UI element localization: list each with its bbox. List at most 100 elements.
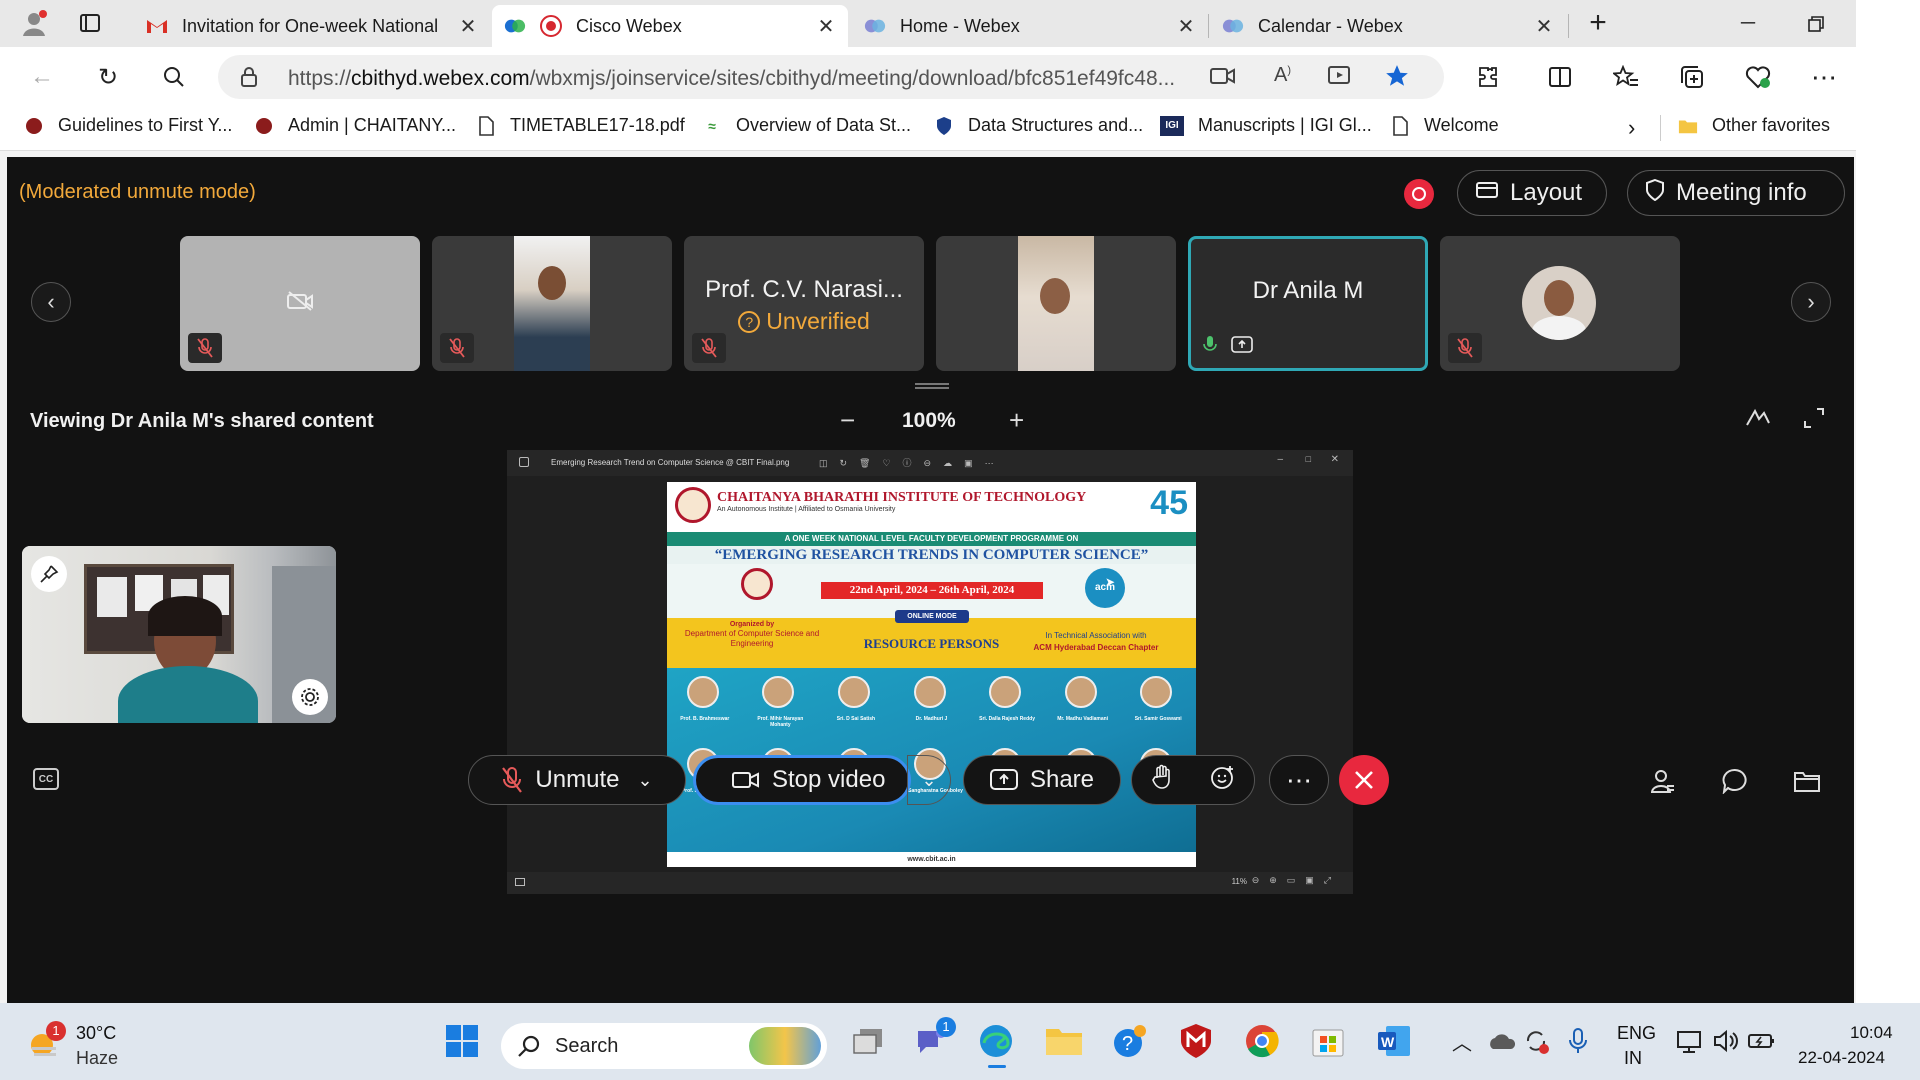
more-menu-icon[interactable]: ⋯ <box>1804 57 1844 97</box>
stop-video-button[interactable]: Stop video <box>693 755 911 805</box>
strip-next-icon[interactable]: › <box>1791 282 1831 322</box>
reaction-emoji-icon[interactable] <box>1210 764 1236 797</box>
microphone-icon[interactable] <box>1558 1021 1598 1061</box>
minimize-button[interactable]: ─ <box>1716 0 1780 47</box>
settings-gear-button[interactable] <box>292 679 328 715</box>
end-call-button[interactable] <box>1339 755 1389 805</box>
input-region[interactable]: IN <box>1624 1048 1642 1069</box>
tab-home-webex[interactable]: Home - Webex ✕ <box>852 5 1208 47</box>
strip-prev-icon[interactable]: ‹ <box>31 282 71 322</box>
pin-button[interactable] <box>31 556 67 592</box>
taskbar-search[interactable]: Search <box>501 1023 827 1069</box>
share-button[interactable]: Share <box>963 755 1121 805</box>
zoom-out-button[interactable]: − <box>840 405 855 436</box>
recording-indicator-icon[interactable] <box>1404 179 1434 209</box>
participants-icon[interactable] <box>1649 767 1677 795</box>
tab-invitation[interactable]: Invitation for One-week National ✕ <box>134 5 490 47</box>
file-explorer-icon[interactable] <box>1044 1021 1084 1061</box>
bookmark-item[interactable]: Welcome <box>1390 115 1499 136</box>
restore-button[interactable] <box>1784 0 1848 47</box>
close-tab-icon[interactable]: ✕ <box>1534 14 1554 39</box>
mcafee-icon[interactable] <box>1176 1021 1216 1061</box>
sync-icon[interactable] <box>1516 1021 1556 1061</box>
poster-header: CHAITANYA BHARATHI INSTITUTE OF TECHNOLO… <box>667 482 1196 532</box>
muted-mic-icon <box>502 767 523 793</box>
files-folder-icon[interactable] <box>1793 767 1821 795</box>
chevron-up-icon[interactable]: ︿ <box>1442 1021 1482 1061</box>
raise-hand-icon[interactable] <box>1151 764 1173 797</box>
fullscreen-icon[interactable] <box>1803 407 1825 436</box>
teams-icon[interactable]: 1 <box>912 1017 956 1061</box>
participant-tile[interactable] <box>432 236 672 371</box>
close-tab-icon[interactable]: ✕ <box>816 14 836 39</box>
favorites-icon[interactable] <box>1606 57 1646 97</box>
tab-cisco-webex[interactable]: Cisco Webex ✕ <box>492 5 848 47</box>
more-options-button[interactable]: ⋯ <box>1269 755 1329 805</box>
omnibox[interactable]: https://cbithyd.webex.com/wbxmjs/joinser… <box>218 55 1444 99</box>
clock-time[interactable]: 10:04 <box>1850 1023 1893 1043</box>
unmute-button[interactable]: Unmute ⌄ <box>468 755 686 805</box>
edge-browser-icon[interactable] <box>976 1021 1016 1068</box>
back-arrow-icon[interactable]: ← <box>22 57 62 97</box>
shared-zoom-level: 11% <box>1231 877 1247 886</box>
profile-icon[interactable] <box>14 3 54 43</box>
resize-grabber[interactable] <box>915 383 949 389</box>
tab-actions-icon[interactable] <box>70 3 110 43</box>
bookmarks-bar: Guidelines to First Y... Admin | CHAITAN… <box>0 105 1856 151</box>
help-icon[interactable]: ? <box>1110 1021 1150 1061</box>
tab-calendar-webex[interactable]: Calendar - Webex ✕ <box>1210 5 1566 47</box>
bookmark-item[interactable]: Admin | CHAITANY... <box>254 115 456 136</box>
participant-tile[interactable] <box>180 236 420 371</box>
windows-start-icon[interactable] <box>442 1021 482 1061</box>
search-icon[interactable] <box>154 57 194 97</box>
favorite-star-icon[interactable] <box>1384 63 1410 94</box>
close-tab-icon[interactable]: ✕ <box>458 14 478 39</box>
layout-button[interactable]: Layout <box>1457 170 1607 216</box>
bookmark-item[interactable]: IGI Manuscripts | IGI Gl... <box>1160 115 1372 136</box>
collections-icon[interactable] <box>1672 57 1712 97</box>
sharing-screen-icon <box>1231 335 1253 360</box>
split-screen-icon[interactable] <box>1540 57 1580 97</box>
participant-tile-active[interactable]: Dr Anila M <box>1188 236 1428 371</box>
microsoft-store-icon[interactable] <box>1308 1021 1348 1061</box>
clock-date[interactable]: 22-04-2024 <box>1798 1048 1885 1068</box>
weather-icon[interactable]: 1 <box>26 1021 66 1061</box>
input-language[interactable]: ENG <box>1617 1023 1656 1044</box>
zoom-in-button[interactable]: + <box>1009 405 1024 436</box>
read-aloud-icon[interactable]: A) <box>1274 64 1291 87</box>
college-seal-icon <box>675 487 711 523</box>
participant-tile[interactable]: Prof. C.V. Narasi... ? Unverified <box>684 236 924 371</box>
close-tab-icon[interactable]: ✕ <box>1176 14 1196 39</box>
camera-off-icon <box>286 290 314 317</box>
participant-tile[interactable] <box>1440 236 1680 371</box>
volume-icon[interactable] <box>1706 1021 1746 1061</box>
bookmark-item[interactable]: TIMETABLE17-18.pdf <box>476 115 685 136</box>
battery-icon[interactable] <box>1742 1021 1782 1061</box>
camera-permission-icon[interactable] <box>1210 65 1236 92</box>
meeting-info-button[interactable]: Meeting info <box>1627 170 1845 216</box>
chrome-icon[interactable] <box>1242 1021 1282 1061</box>
network-icon[interactable] <box>1670 1021 1710 1061</box>
lock-icon[interactable] <box>240 67 258 92</box>
chevron-right-icon[interactable]: › <box>1628 115 1635 141</box>
chevron-down-icon[interactable]: ⌄ <box>637 770 652 791</box>
app-available-icon[interactable] <box>1328 65 1352 92</box>
shared-content[interactable]: Emerging Research Trend on Computer Scie… <box>507 450 1353 894</box>
closed-captions-button[interactable]: CC <box>33 768 59 790</box>
chat-icon[interactable] <box>1721 767 1749 795</box>
bookmark-label: Manuscripts | IGI Gl... <box>1198 115 1372 135</box>
new-tab-button[interactable]: + <box>1578 3 1618 43</box>
participant-tile[interactable] <box>936 236 1176 371</box>
annotate-icon[interactable] <box>1745 407 1771 436</box>
bookmark-item[interactable]: Guidelines to First Y... <box>24 115 232 136</box>
bookmark-item[interactable]: Data Structures and... <box>934 115 1143 136</box>
browser-essentials-icon[interactable] <box>1738 57 1778 97</box>
word-icon[interactable]: W <box>1374 1021 1414 1061</box>
self-view[interactable] <box>22 546 336 723</box>
bookmark-item[interactable]: ≈ Overview of Data St... <box>702 115 911 136</box>
task-view-icon[interactable] <box>848 1021 888 1061</box>
other-favorites[interactable]: Other favorites <box>1678 115 1830 136</box>
extensions-icon[interactable] <box>1468 57 1508 97</box>
refresh-icon[interactable]: ↻ <box>88 57 128 97</box>
avatar <box>1522 266 1596 340</box>
